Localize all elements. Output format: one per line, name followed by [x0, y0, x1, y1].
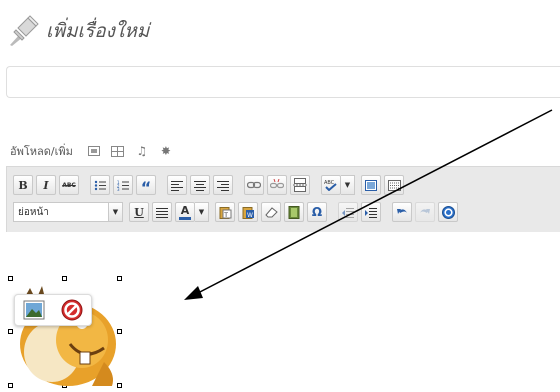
annotation-arrow	[184, 109, 553, 300]
